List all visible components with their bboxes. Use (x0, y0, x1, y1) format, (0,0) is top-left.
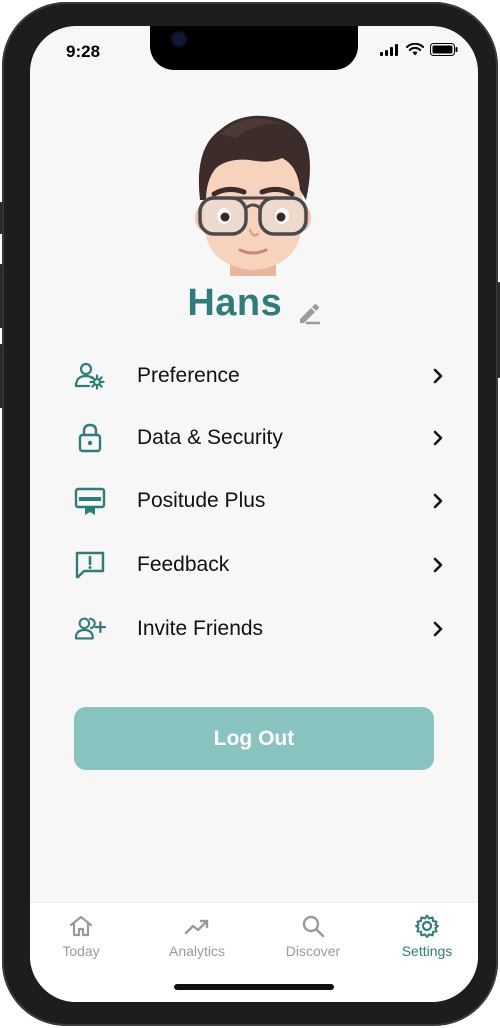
status-icons (380, 43, 458, 56)
home-indicator[interactable] (174, 984, 334, 990)
tab-settings[interactable]: Settings (382, 913, 472, 969)
lock-icon (74, 422, 106, 454)
search-icon (268, 913, 358, 939)
wifi-icon (406, 43, 424, 56)
phone-frame: 9:28 Hans Preference Data & Security Pos… (0, 2, 500, 1026)
menu-item-data-security[interactable]: Data & Security (74, 418, 444, 458)
add-friends-icon (74, 613, 106, 645)
trend-icon (152, 913, 242, 939)
status-time: 9:28 (66, 42, 101, 61)
tab-label: Settings (401, 943, 453, 959)
tab-today[interactable]: Today (36, 913, 126, 969)
profile-name-row: Hans (30, 282, 478, 326)
menu-label: Feedback (137, 553, 230, 576)
chevron-right-icon (433, 430, 443, 446)
notch (150, 26, 358, 70)
profile-name: Hans (187, 282, 283, 324)
volume-up-button (0, 264, 3, 328)
chevron-right-icon (433, 493, 443, 509)
menu-item-invite-friends[interactable]: Invite Friends (74, 609, 444, 649)
menu-label: Preference (137, 364, 240, 387)
menu-label: Positude Plus (137, 489, 266, 512)
chevron-right-icon (433, 557, 443, 573)
tab-discover[interactable]: Discover (268, 913, 358, 969)
front-camera (172, 32, 186, 46)
silent-switch (0, 202, 3, 234)
home-icon (36, 913, 126, 939)
certificate-icon (74, 485, 106, 517)
edit-pencil-icon[interactable] (295, 300, 321, 326)
menu-item-feedback[interactable]: Feedback (74, 545, 444, 585)
tab-analytics[interactable]: Analytics (152, 913, 242, 969)
tab-label: Analytics (168, 943, 226, 959)
app-screen: 9:28 Hans Preference Data & Security Pos… (30, 26, 478, 1002)
menu-item-positude-plus[interactable]: Positude Plus (74, 481, 444, 521)
menu-item-preference[interactable]: Preference (74, 356, 444, 396)
chevron-right-icon (433, 621, 443, 637)
tab-label: Today (62, 943, 100, 959)
signal-icon (380, 43, 398, 56)
volume-down-button (0, 344, 3, 408)
menu-label: Invite Friends (137, 617, 264, 640)
menu-label: Data & Security (137, 426, 283, 449)
feedback-icon (74, 549, 106, 581)
chevron-right-icon (433, 368, 443, 384)
user-gear-icon (74, 360, 106, 392)
battery-icon (430, 43, 458, 56)
avatar[interactable] (190, 108, 316, 276)
gear-icon (382, 913, 472, 939)
tab-label: Discover (285, 943, 341, 959)
logout-button[interactable]: Log Out (74, 707, 434, 770)
